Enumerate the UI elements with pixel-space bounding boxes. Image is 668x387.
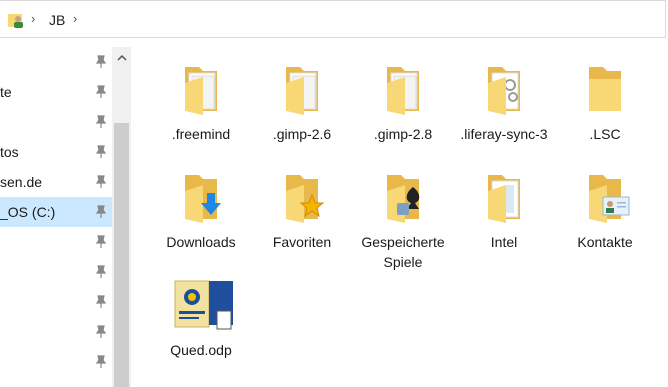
folder-icon [286, 67, 318, 115]
nav-item-selected[interactable]: _OS (C:) [0, 197, 112, 227]
folder-icon [387, 67, 419, 115]
nav-item[interactable] [0, 347, 112, 377]
file-item[interactable]: .LSC [555, 61, 655, 144]
pin-icon[interactable] [94, 115, 108, 129]
file-name: Qued.odp [170, 342, 232, 358]
file-list: .freemind .gimp-2.6 .gimp-2.8 .liferay-s… [131, 47, 668, 387]
breadcrumb-item[interactable]: JB [49, 12, 65, 28]
empty-folder-icon [589, 67, 621, 111]
nav-item[interactable] [0, 317, 112, 347]
file-item[interactable]: Gespeicherte Spiele [353, 169, 453, 272]
nav-item[interactable] [0, 257, 112, 287]
file-item[interactable]: Kontakte [555, 169, 655, 252]
chevron-right-icon[interactable]: › [73, 11, 77, 26]
file-name: Kontakte [577, 234, 633, 250]
contacts-folder-icon [589, 175, 630, 223]
address-bar[interactable]: › JB › [0, 0, 666, 38]
folder-gears-icon [488, 67, 520, 115]
chevron-right-icon[interactable]: › [31, 11, 35, 26]
file-item[interactable]: .gimp-2.8 [353, 61, 453, 144]
nav-item-label: tos [0, 144, 19, 160]
pin-icon[interactable] [94, 265, 108, 279]
file-name: Intel [490, 234, 518, 250]
file-item[interactable]: Downloads [151, 169, 251, 252]
file-name: Downloads [166, 234, 236, 250]
pin-icon[interactable] [94, 55, 108, 69]
file-name: Favoriten [272, 234, 332, 250]
pin-icon[interactable] [94, 145, 108, 159]
file-name: .liferay-sync-3 [460, 126, 548, 142]
nav-item[interactable]: tos [0, 137, 112, 167]
pin-icon[interactable] [94, 355, 108, 369]
nav-item[interactable] [0, 47, 112, 77]
nav-item[interactable] [0, 107, 112, 137]
file-name: .LSC [589, 126, 621, 142]
scroll-up-button[interactable] [112, 47, 131, 67]
user-folder-icon [8, 14, 23, 28]
pin-icon[interactable] [94, 205, 108, 219]
folder-icon [488, 175, 520, 223]
odp-document-icon [174, 280, 235, 330]
nav-item-label: te [0, 84, 12, 100]
nav-item-label: sen.de [0, 174, 43, 190]
saved-games-folder-icon [387, 175, 420, 223]
file-item[interactable]: .freemind [151, 61, 251, 144]
nav-item[interactable] [0, 287, 112, 317]
nav-item[interactable]: te [0, 77, 112, 107]
pin-icon[interactable] [94, 325, 108, 339]
file-item[interactable]: .liferay-sync-3 [454, 61, 554, 144]
pin-icon[interactable] [94, 175, 108, 189]
file-item[interactable]: Qued.odp [151, 277, 251, 360]
favorites-folder-icon [286, 175, 325, 223]
file-name: Gespeicherte Spiele [361, 234, 445, 270]
pin-icon[interactable] [94, 85, 108, 99]
file-name: .gimp-2.6 [272, 126, 332, 142]
file-item[interactable]: .gimp-2.6 [252, 61, 352, 144]
nav-item-label: _OS (C:) [0, 204, 56, 220]
folder-icon [185, 67, 217, 115]
scroll-thumb[interactable] [114, 123, 129, 387]
downloads-folder-icon [185, 175, 221, 223]
file-name: .freemind [171, 126, 231, 142]
pin-icon[interactable] [94, 235, 108, 249]
navigation-pane: te tos sen.de _OS (C:) [0, 47, 131, 387]
pin-icon[interactable] [94, 295, 108, 309]
file-item[interactable]: Favoriten [252, 169, 352, 252]
nav-item[interactable] [0, 227, 112, 257]
nav-item[interactable]: sen.de [0, 167, 112, 197]
file-item[interactable]: Intel [454, 169, 554, 252]
chevron-up-icon [116, 54, 127, 61]
file-name: .gimp-2.8 [373, 126, 433, 142]
nav-scrollbar[interactable] [112, 47, 131, 387]
